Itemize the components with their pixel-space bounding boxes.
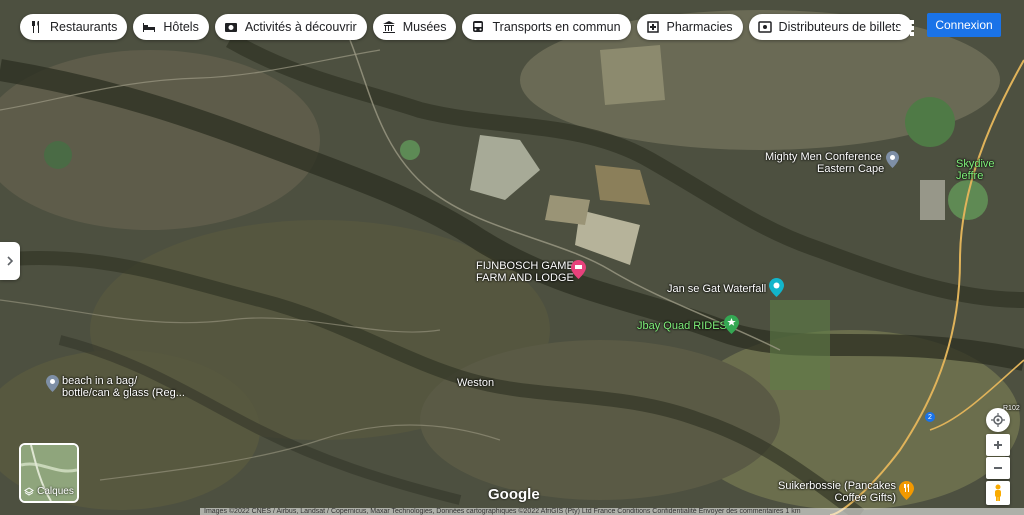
place-pin-icon[interactable] — [886, 151, 899, 168]
bus-icon — [470, 19, 486, 35]
satellite-map[interactable] — [0, 0, 1024, 515]
chip-label: Transports en commun — [492, 20, 621, 34]
atm-icon — [757, 19, 773, 35]
signin-button[interactable]: Connexion — [927, 13, 1001, 37]
layers-button[interactable]: Calques — [19, 443, 79, 503]
bed-icon — [141, 19, 157, 35]
hotel-pin-icon[interactable] — [571, 260, 586, 279]
chip-pharmacies[interactable]: Pharmacies — [636, 14, 743, 40]
chip-transit[interactable]: Transports en commun — [462, 14, 631, 40]
attribution-footer: Images ©2022 CNES / Airbus, Landsat / Co… — [200, 508, 1024, 515]
activity-pin-icon[interactable] — [724, 315, 739, 334]
place-label-mighty-men[interactable]: Mighty Men Conference Eastern Cape — [765, 151, 884, 175]
chevron-right-icon — [7, 256, 14, 266]
place-label-beach-in-a-bag[interactable]: beach in a bag/ bottle/can & glass (Reg.… — [62, 375, 185, 399]
restaurant-pin-icon[interactable] — [899, 481, 914, 500]
place-pin-icon[interactable] — [46, 375, 59, 392]
zoom-in-button[interactable] — [986, 434, 1010, 456]
layers-icon — [24, 486, 35, 496]
chip-label: Hôtels — [163, 20, 199, 34]
category-chip-bar: Restaurants Hôtels Activités à découvrir… — [20, 14, 912, 40]
chip-atm[interactable]: Distributeurs de billets — [748, 14, 912, 40]
plus-icon — [994, 441, 1002, 449]
apps-grid-icon[interactable] — [892, 14, 916, 38]
chip-label: Distributeurs de billets — [778, 20, 902, 34]
pegman-icon — [995, 484, 1001, 501]
layers-label-row: Calques — [21, 486, 77, 497]
chip-label: Activités à découvrir — [244, 20, 357, 34]
chip-restaurants[interactable]: Restaurants — [20, 14, 128, 40]
camera-icon — [223, 19, 239, 35]
chip-label: Restaurants — [50, 20, 118, 34]
museum-icon — [381, 19, 397, 35]
place-label-suikerbossie[interactable]: Suikerbossie (Pancakes Coffee Gifts) — [778, 480, 896, 504]
place-label-weston[interactable]: Weston — [457, 377, 494, 389]
chip-label: Musées — [402, 20, 447, 34]
chip-hotels[interactable]: Hôtels — [133, 14, 209, 40]
pharmacy-icon — [645, 19, 661, 35]
chip-museums[interactable]: Musées — [372, 14, 457, 40]
fork-knife-icon — [28, 19, 44, 35]
my-location-button[interactable] — [986, 408, 1010, 432]
collapse-panel-button[interactable] — [0, 242, 20, 280]
place-label-fijnbosch[interactable]: FIJNBOSCH GAME FARM AND LODGE — [476, 260, 574, 284]
minus-icon — [994, 467, 1002, 469]
camera-pin-icon[interactable] — [769, 278, 784, 297]
place-label-jbay-quad[interactable]: Jbay Quad RIDES — [637, 320, 727, 332]
place-label-skydive[interactable]: Skydive Jeffre — [956, 158, 1024, 182]
pegman-button[interactable] — [986, 481, 1010, 505]
chip-label: Pharmacies — [666, 20, 733, 34]
place-label-waterfall[interactable]: Jan se Gat Waterfall — [667, 283, 766, 295]
google-logo: Google — [488, 486, 540, 503]
zoom-out-button[interactable] — [986, 457, 1010, 479]
crosshair-icon — [991, 413, 1005, 427]
road-badge: 2 — [925, 412, 935, 422]
chip-activities[interactable]: Activités à découvrir — [214, 14, 367, 40]
